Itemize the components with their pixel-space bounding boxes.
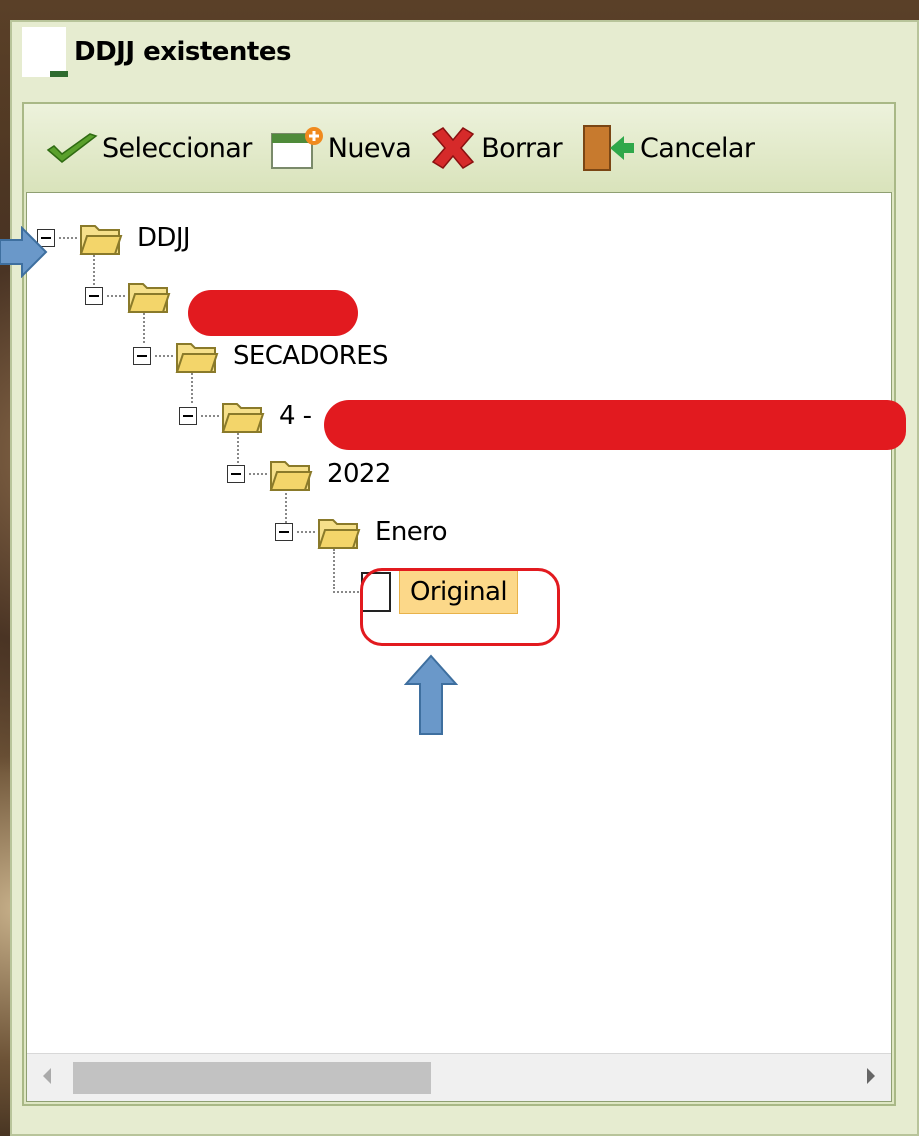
tree-connector — [297, 531, 315, 533]
toolbar: Seleccionar Nueva Borrar Cancelar — [24, 104, 894, 192]
delete-x-icon — [432, 127, 475, 169]
collapse-toggle[interactable] — [275, 523, 293, 541]
tree-node-label: Enero — [375, 517, 448, 547]
annotation-arrow-right-icon — [0, 226, 48, 278]
collapse-toggle[interactable] — [133, 347, 151, 365]
folder-open-icon — [127, 283, 171, 313]
delete-button-label: Borrar — [481, 132, 563, 164]
horizontal-scrollbar[interactable] — [27, 1053, 891, 1101]
new-calendar-icon — [270, 127, 323, 169]
delete-button[interactable]: Borrar — [429, 126, 563, 170]
scroll-left-icon[interactable] — [43, 1068, 51, 1084]
folder-open-icon — [317, 519, 361, 549]
tree-node-label: 4 - — [279, 401, 312, 431]
tree-connector — [59, 237, 77, 239]
redaction-mark — [188, 290, 358, 336]
folder-open-icon — [269, 461, 313, 491]
tree-node-secadores[interactable]: SECADORES — [133, 331, 389, 381]
tree-node-label: SECADORES — [233, 341, 389, 371]
window-title: DDJJ existentes — [74, 37, 291, 67]
scrollbar-thumb[interactable] — [73, 1062, 431, 1094]
folder-open-icon — [221, 403, 265, 433]
tree-view[interactable]: DDJJ SECADORES 4 - 2022 Enero Original — [26, 192, 892, 1102]
tree-connector — [107, 295, 125, 297]
annotation-circle — [360, 568, 560, 646]
tree-connector — [333, 591, 359, 593]
tree-node-enero[interactable]: Enero — [275, 507, 448, 557]
tree-node-item-4[interactable]: 4 - — [179, 391, 312, 441]
cancel-button-label: Cancelar — [640, 132, 755, 164]
checkmark-icon — [46, 133, 98, 163]
collapse-toggle[interactable] — [179, 407, 197, 425]
tree-connector — [201, 415, 219, 417]
app-icon — [22, 27, 68, 77]
annotation-arrow-up-icon — [404, 654, 458, 735]
cancel-button[interactable]: Cancelar — [580, 124, 755, 172]
exit-door-icon — [583, 125, 635, 171]
select-button-label: Seleccionar — [102, 132, 252, 164]
folder-open-icon — [175, 343, 219, 373]
collapse-toggle[interactable] — [85, 287, 103, 305]
title-bar: DDJJ existentes — [22, 22, 882, 82]
tree-node-redacted-org[interactable] — [85, 271, 185, 321]
collapse-toggle[interactable] — [227, 465, 245, 483]
tree-node-label: DDJJ — [137, 223, 191, 253]
new-button[interactable]: Nueva — [270, 126, 412, 170]
tree-connector — [155, 355, 173, 357]
tree-node-label: 2022 — [327, 459, 391, 489]
folder-open-icon — [79, 225, 123, 255]
tree-node-ddjj[interactable]: DDJJ — [37, 213, 191, 263]
new-button-label: Nueva — [327, 132, 412, 164]
redaction-mark — [324, 400, 906, 450]
scroll-right-icon[interactable] — [867, 1068, 875, 1084]
select-button[interactable]: Seleccionar — [46, 130, 252, 166]
tree-connector — [249, 473, 267, 475]
tree-node-year-2022[interactable]: 2022 — [227, 449, 391, 499]
